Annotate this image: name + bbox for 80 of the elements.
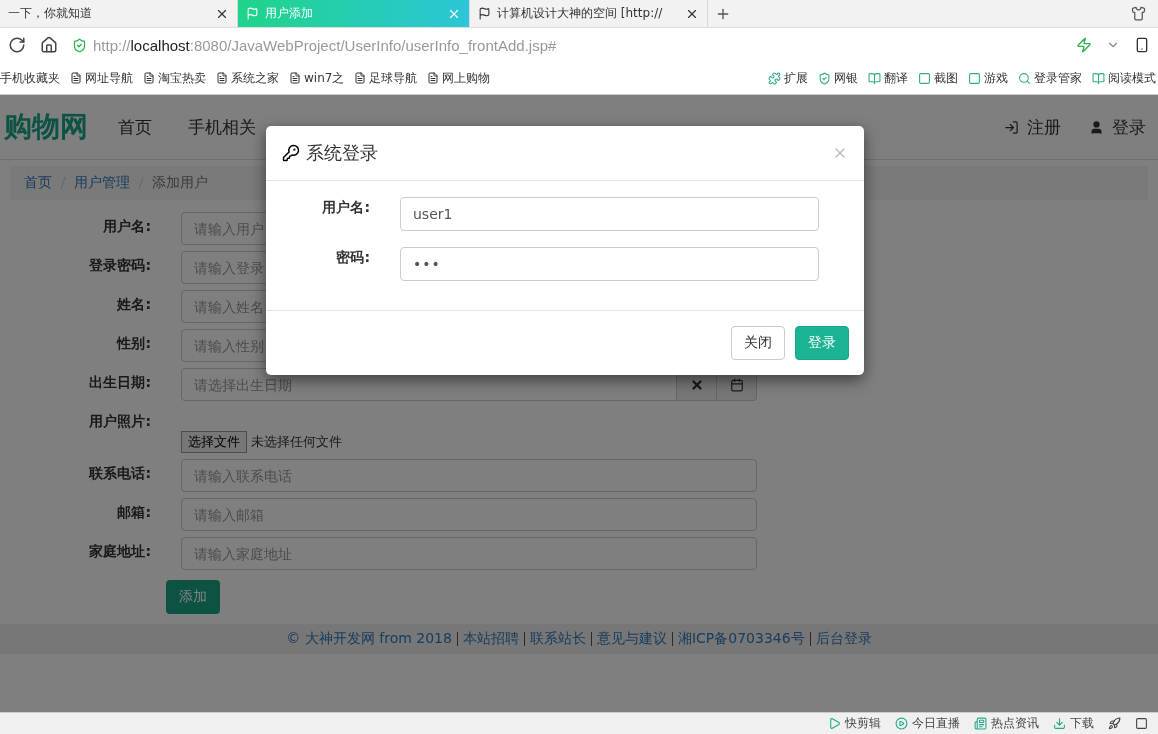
field-label: 姓名:: [116, 295, 152, 314]
status-icon: [828, 717, 841, 730]
bookmark[interactable]: 网上购物: [427, 69, 491, 87]
field-label: 用户名:: [102, 217, 152, 236]
window-icon[interactable]: [1135, 717, 1148, 730]
bookmark[interactable]: win7之: [289, 69, 345, 87]
page-icon: [70, 72, 82, 84]
field-label: 联系电话:: [87, 464, 152, 483]
field-label: 用户名:: [321, 198, 371, 217]
toolbar-icon: [1092, 71, 1105, 85]
bookmark[interactable]: 淘宝热卖: [143, 69, 206, 87]
field-label: 性别:: [115, 334, 152, 353]
sign-in-icon: [1004, 119, 1019, 135]
page-icon: [427, 72, 440, 84]
toolbar-item[interactable]: 扩展: [768, 69, 808, 87]
phone-icon[interactable]: [1134, 37, 1150, 53]
status-item[interactable]: 热点资讯: [974, 715, 1039, 732]
toolbar-icon: [918, 71, 931, 85]
footer-divider: [808, 631, 812, 647]
toolbar-icon: [768, 71, 781, 85]
reload-icon[interactable]: [8, 36, 26, 54]
key-icon: [282, 144, 300, 162]
field-label: 家庭地址:: [88, 542, 152, 561]
nav-link[interactable]: 首页: [118, 115, 152, 139]
rocket-icon[interactable]: [1108, 717, 1121, 730]
field-label: 邮箱:: [116, 503, 152, 522]
toolbar-icon: [818, 71, 831, 85]
toolbar-item[interactable]: 阅读模式: [1092, 69, 1156, 87]
toolbar-item[interactable]: 网银: [818, 69, 858, 87]
page-icon: [354, 72, 367, 84]
input-field[interactable]: user1: [400, 197, 819, 231]
bookmark[interactable]: 系统之家: [216, 69, 279, 87]
field-label: 用户照片:: [88, 412, 152, 431]
bookmark[interactable]: 网址导航: [70, 69, 133, 87]
home-icon[interactable]: [40, 36, 58, 54]
page-icon: [289, 72, 301, 84]
calendar-icon: [729, 377, 744, 392]
toolbar-item[interactable]: 游戏: [968, 69, 1008, 87]
bookmark[interactable]: 手机收藏夹: [0, 69, 60, 87]
toolbar-item[interactable]: 登录管家: [1018, 69, 1082, 87]
toolbar-item[interactable]: 翻译: [868, 69, 908, 87]
status-icon: [1053, 717, 1066, 730]
tab-title: 计算机设计大神的空间 [http://: [497, 5, 664, 22]
password-field[interactable]: •••: [400, 247, 819, 281]
footer-divider: [670, 631, 674, 647]
toolbar-icon: [968, 71, 981, 85]
field-label: 出生日期:: [88, 373, 152, 392]
flag-icon: [246, 7, 259, 20]
footer-divider: [589, 631, 593, 647]
login-link[interactable]: 登录: [1089, 115, 1146, 139]
status-item[interactable]: 下载: [1053, 715, 1094, 732]
bolt-icon[interactable]: [1076, 37, 1092, 53]
dialog-title: 系统登录: [306, 141, 378, 165]
toolbar-item[interactable]: 截图: [918, 69, 958, 87]
toolbar-icon: [1018, 71, 1031, 85]
shield-icon: [72, 37, 87, 53]
choose-file-button[interactable]: 选择文件: [181, 431, 247, 453]
status-icon: [974, 717, 987, 730]
register-link[interactable]: 注册: [1004, 115, 1061, 139]
footer-divider: [455, 631, 459, 647]
bookmark[interactable]: 足球导航: [354, 69, 418, 87]
toolbar-icon: [868, 71, 881, 85]
page-icon: [216, 72, 228, 84]
page-icon: [143, 72, 155, 84]
footer-divider: [522, 631, 526, 647]
field-label: 密码:: [335, 248, 371, 267]
status-item[interactable]: 快剪辑: [828, 715, 881, 732]
nav-link[interactable]: 手机相关: [188, 115, 256, 139]
status-icon: [895, 717, 908, 730]
close-icon: [689, 377, 704, 392]
tab-title: 一下，你就知道: [8, 5, 93, 22]
copyright-text: © 大神开发网 from 2018: [286, 630, 452, 648]
field-label: 登录密码:: [88, 256, 152, 275]
status-item[interactable]: 今日直播: [895, 715, 960, 732]
close-button[interactable]: 关闭: [731, 326, 785, 360]
user-icon: [1089, 119, 1104, 135]
address-field[interactable]: http://localhost:8080/JavaWebProject/UserInfo/userInfo_frontAdd.jsp#: [72, 32, 1062, 58]
flag-icon: [478, 7, 491, 20]
file-status: 未选择任何文件: [251, 433, 342, 451]
tab-title: 用户添加: [265, 5, 314, 22]
